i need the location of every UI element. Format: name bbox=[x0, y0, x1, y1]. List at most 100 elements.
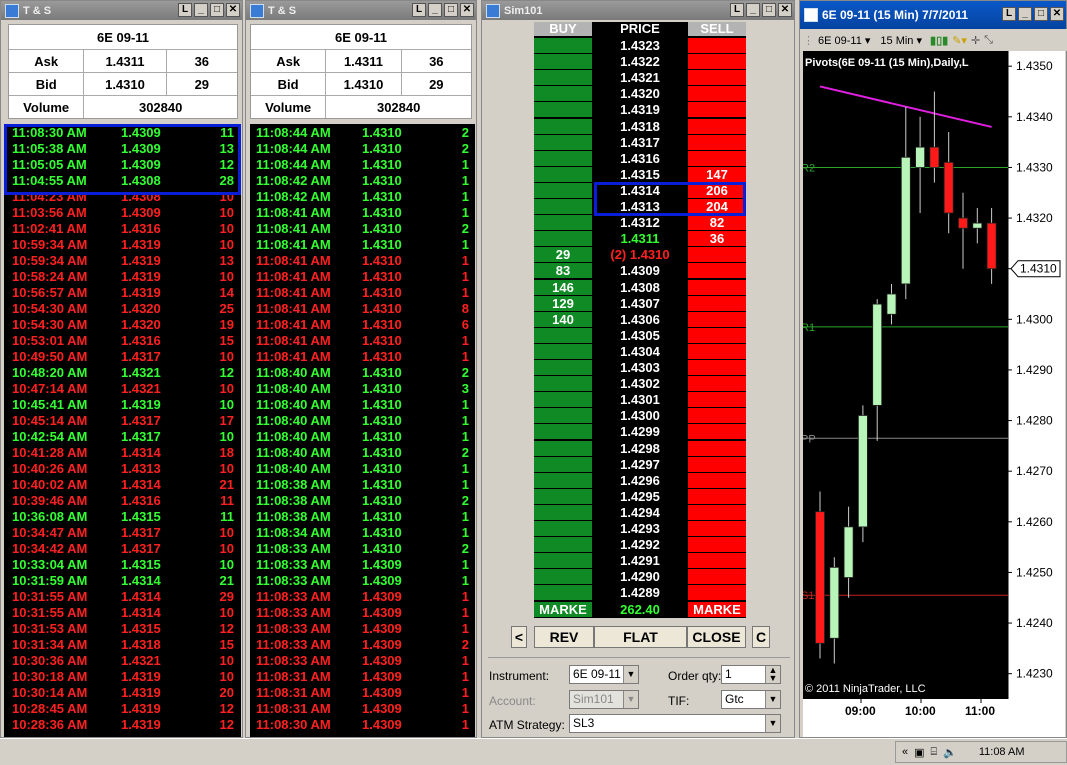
sell-cell[interactable] bbox=[688, 118, 746, 134]
price-cell[interactable]: 1.4294 bbox=[594, 504, 686, 520]
buy-cell[interactable] bbox=[534, 488, 592, 504]
buy-cell[interactable] bbox=[534, 537, 592, 553]
buy-cell[interactable] bbox=[534, 199, 592, 215]
link-button[interactable]: L bbox=[412, 3, 426, 17]
price-cell[interactable]: 1.4298 bbox=[594, 440, 686, 456]
close-icon[interactable]: ✕ bbox=[778, 3, 792, 17]
price-cell[interactable]: 1.4318 bbox=[594, 118, 686, 134]
buy-cell[interactable] bbox=[534, 456, 592, 472]
center-button[interactable]: C bbox=[752, 626, 770, 648]
price-cell[interactable]: 1.4315 bbox=[594, 166, 686, 182]
maximize-icon[interactable]: □ bbox=[762, 3, 776, 17]
crosshair-icon[interactable]: ✛ bbox=[971, 34, 980, 47]
sell-cell[interactable] bbox=[688, 440, 746, 456]
buy-cell[interactable] bbox=[534, 472, 592, 488]
sell-cell[interactable] bbox=[688, 134, 746, 150]
show-hidden-icons-icon[interactable]: « bbox=[902, 746, 908, 758]
price-cell[interactable]: 1.4317 bbox=[594, 134, 686, 150]
interval-dropdown[interactable]: 15 Min ▾ bbox=[880, 34, 922, 47]
buy-cell[interactable] bbox=[534, 54, 592, 70]
sell-cell[interactable] bbox=[688, 150, 746, 166]
sell-cell[interactable] bbox=[688, 70, 746, 86]
buy-cell[interactable] bbox=[534, 166, 592, 182]
sell-cell[interactable] bbox=[688, 102, 746, 118]
pencil-icon[interactable]: ✎▾ bbox=[952, 34, 967, 47]
sell-cell[interactable]: 82 bbox=[688, 215, 746, 231]
chart-titlebar[interactable]: 6E 09-11 (15 Min) 7/7/2011 L _ □ ✕ bbox=[800, 1, 1066, 29]
sell-cell[interactable] bbox=[688, 311, 746, 327]
ts1-trade-tape[interactable]: 11:08:30 AM 1.4309 11 11:05:38 AM 1.4309 13 11… bbox=[4, 124, 241, 737]
price-cell[interactable]: 1.4311 bbox=[594, 231, 686, 247]
price-cell[interactable]: 1.4308 bbox=[594, 279, 686, 295]
price-cell[interactable]: 1.4323 bbox=[594, 38, 686, 54]
price-cell[interactable]: 1.4322 bbox=[594, 54, 686, 70]
maximize-icon[interactable]: □ bbox=[444, 3, 458, 17]
close-icon[interactable]: ✕ bbox=[1050, 7, 1064, 21]
buy-cell[interactable] bbox=[534, 327, 592, 343]
network-icon[interactable]: ⌸ bbox=[931, 746, 938, 759]
chevron-down-icon[interactable]: ▼ bbox=[623, 666, 638, 683]
sell-cell[interactable] bbox=[688, 472, 746, 488]
buy-cell[interactable]: 29 bbox=[534, 247, 592, 263]
candlestick-style-icon[interactable]: ▮▯▮ bbox=[930, 34, 948, 47]
ts2-trade-tape[interactable]: 11:08:44 AM 1.4310 2 11:08:44 AM 1.4310 2 11:0… bbox=[250, 124, 475, 737]
order-qty-input[interactable]: 1 ▲ ▼ bbox=[721, 665, 781, 684]
buy-cell[interactable] bbox=[534, 182, 592, 198]
scroll-left-button[interactable]: < bbox=[511, 626, 527, 648]
buy-cell[interactable] bbox=[534, 150, 592, 166]
price-cell[interactable]: 1.4303 bbox=[594, 360, 686, 376]
tif-select[interactable]: Gtc ▼ bbox=[721, 690, 781, 709]
minimize-icon[interactable]: _ bbox=[1018, 7, 1032, 21]
buy-cell[interactable] bbox=[534, 134, 592, 150]
buy-cell[interactable] bbox=[534, 392, 592, 408]
sell-cell[interactable] bbox=[688, 585, 746, 601]
price-cell[interactable]: 1.4309 bbox=[594, 263, 686, 279]
buy-cell[interactable] bbox=[534, 86, 592, 102]
sell-cell[interactable] bbox=[688, 376, 746, 392]
maximize-icon[interactable]: □ bbox=[210, 3, 224, 17]
price-cell[interactable]: 1.4305 bbox=[594, 327, 686, 343]
link-button[interactable]: L bbox=[1002, 7, 1016, 21]
ts1-titlebar[interactable]: T & S L _ □ ✕ bbox=[1, 1, 242, 20]
buy-cell[interactable] bbox=[534, 440, 592, 456]
sell-cell[interactable]: 147 bbox=[688, 166, 746, 182]
market-sell-button[interactable]: MARKE bbox=[688, 601, 746, 617]
maximize-icon[interactable]: □ bbox=[1034, 7, 1048, 21]
buy-cell[interactable] bbox=[534, 102, 592, 118]
volume-icon[interactable]: 🔈 bbox=[943, 746, 957, 759]
price-cell[interactable]: (2) 1.4310 bbox=[594, 247, 686, 263]
buy-cell[interactable] bbox=[534, 569, 592, 585]
sell-cell[interactable] bbox=[688, 279, 746, 295]
close-icon[interactable]: ✕ bbox=[460, 3, 474, 17]
buy-cell[interactable] bbox=[534, 215, 592, 231]
price-cell[interactable]: 1.4297 bbox=[594, 456, 686, 472]
zoom-icon[interactable]: ⤡ bbox=[984, 34, 993, 47]
sell-cell[interactable] bbox=[688, 553, 746, 569]
market-buy-button[interactable]: MARKE bbox=[534, 601, 592, 617]
price-cell[interactable]: 1.4304 bbox=[594, 343, 686, 359]
price-cell[interactable]: 1.4296 bbox=[594, 472, 686, 488]
close-icon[interactable]: ✕ bbox=[226, 3, 240, 17]
close-position-button[interactable]: CLOSE bbox=[687, 626, 746, 648]
buy-cell[interactable] bbox=[534, 70, 592, 86]
sell-cell[interactable] bbox=[688, 38, 746, 54]
sell-cell[interactable] bbox=[688, 456, 746, 472]
ts2-titlebar[interactable]: T & S L _ □ ✕ bbox=[246, 1, 476, 20]
buy-cell[interactable]: 140 bbox=[534, 311, 592, 327]
price-cell[interactable]: 1.4306 bbox=[594, 311, 686, 327]
sell-cell[interactable] bbox=[688, 537, 746, 553]
buy-cell[interactable] bbox=[534, 424, 592, 440]
sell-cell[interactable] bbox=[688, 360, 746, 376]
sell-cell[interactable] bbox=[688, 327, 746, 343]
minimize-icon[interactable]: _ bbox=[428, 3, 442, 17]
sell-cell[interactable] bbox=[688, 504, 746, 520]
chevron-down-icon[interactable]: ▼ bbox=[765, 715, 780, 732]
sell-cell[interactable] bbox=[688, 343, 746, 359]
link-button[interactable]: L bbox=[730, 3, 744, 17]
sell-cell[interactable] bbox=[688, 54, 746, 70]
buy-cell[interactable] bbox=[534, 504, 592, 520]
link-button[interactable]: L bbox=[178, 3, 192, 17]
price-cell[interactable]: 1.4302 bbox=[594, 376, 686, 392]
reverse-button[interactable]: REV bbox=[534, 626, 594, 648]
price-ladder[interactable]: BUY PRICE SELL 1.4323 1.4322 1.4321 1.4320 1.43… bbox=[534, 22, 746, 618]
